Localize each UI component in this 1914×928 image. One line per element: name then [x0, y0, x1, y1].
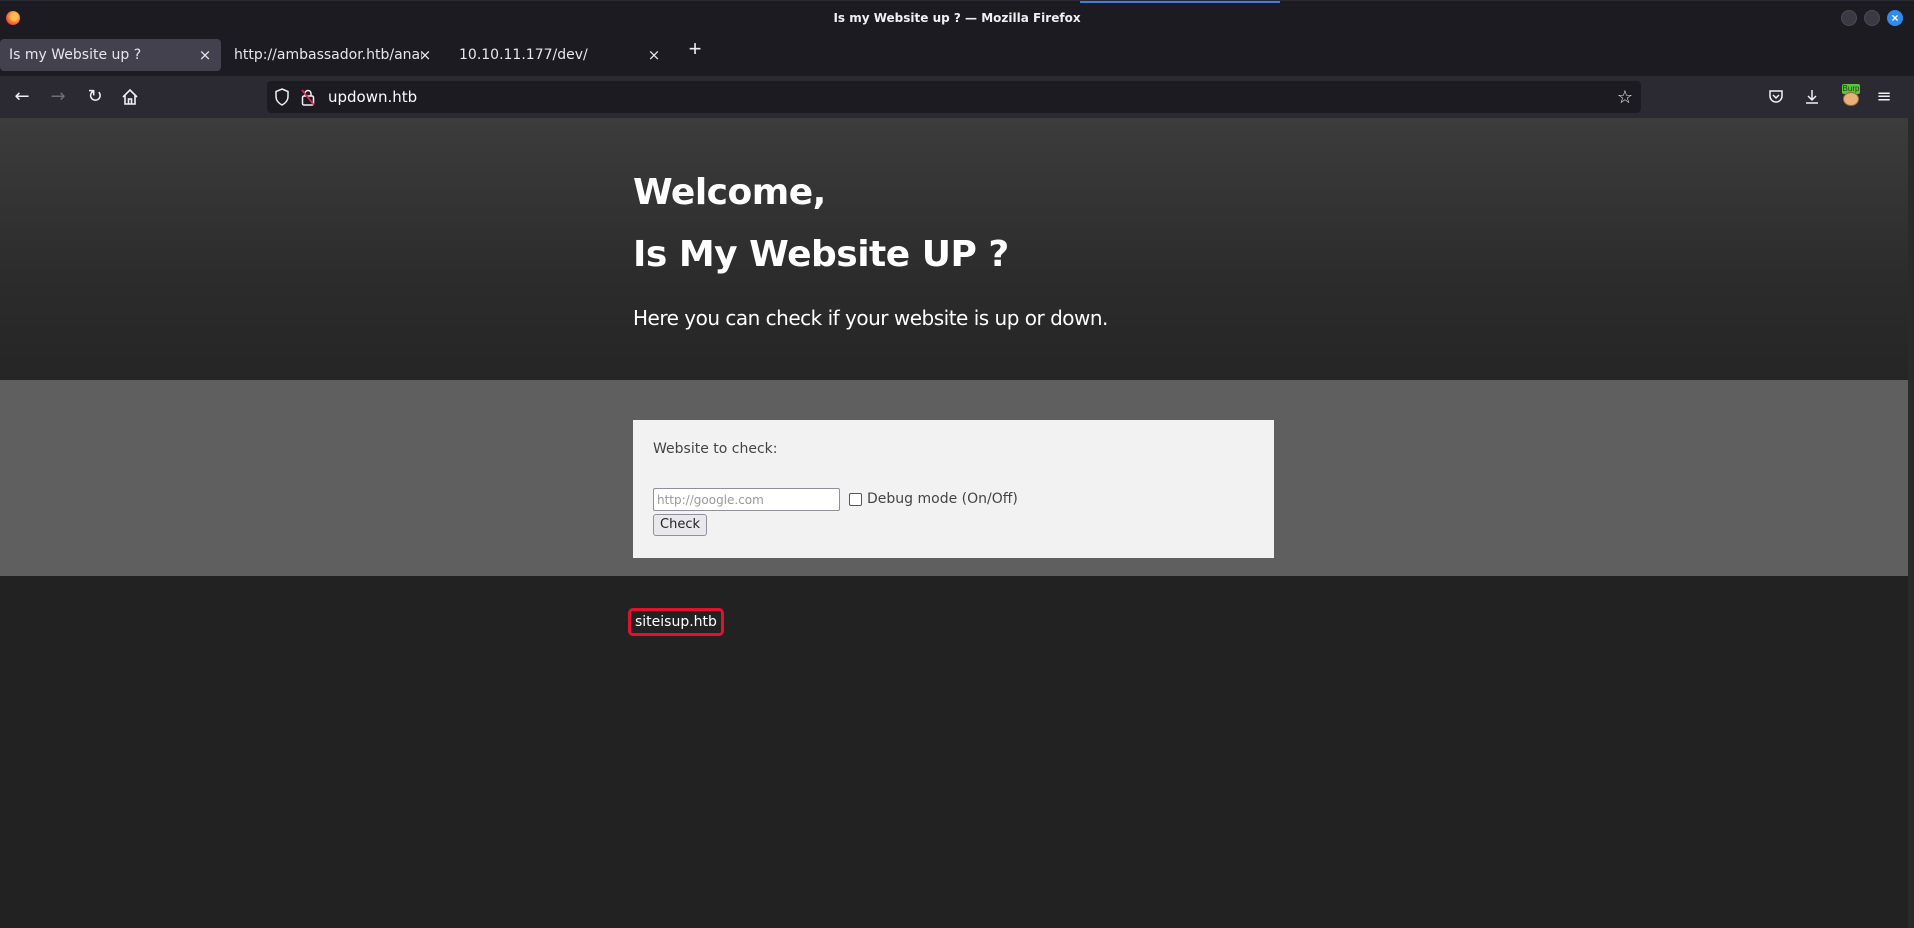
- tab-dev[interactable]: 10.10.11.177/dev/ ×: [450, 39, 670, 71]
- debug-mode-label: Debug mode (On/Off): [867, 491, 1018, 507]
- downloads-icon[interactable]: [1801, 86, 1823, 108]
- url-text[interactable]: updown.htb: [328, 88, 417, 106]
- minimize-button[interactable]: [1841, 10, 1857, 26]
- forward-arrow-icon[interactable]: →: [47, 86, 69, 108]
- page-title: Is My Website UP ?: [633, 234, 1009, 275]
- tab-label: Is my Website up ?: [9, 47, 142, 63]
- tab-label: http://ambassador.htb/anank: [234, 47, 422, 63]
- close-icon[interactable]: ×: [417, 39, 433, 71]
- tab-label: 10.10.11.177/dev/: [459, 47, 588, 63]
- hamburger-menu-icon[interactable]: ≡: [1873, 86, 1895, 108]
- new-tab-button[interactable]: +: [684, 38, 706, 61]
- maximize-button[interactable]: [1864, 10, 1880, 26]
- tab-bar: Is my Website up ? × http://ambassador.h…: [0, 34, 1914, 76]
- lock-insecure-icon[interactable]: [301, 88, 315, 111]
- reload-icon[interactable]: ↻: [84, 86, 106, 108]
- pocket-icon[interactable]: [1765, 86, 1787, 108]
- page-viewport: Welcome, Is My Website UP ? Here you can…: [0, 118, 1914, 928]
- tracking-shield-icon[interactable]: [274, 88, 290, 111]
- tab-ambassador[interactable]: http://ambassador.htb/anank ×: [225, 39, 441, 71]
- window-title: Is my Website up ? — Mozilla Firefox: [833, 11, 1081, 25]
- hero-section: Welcome, Is My Website UP ? Here you can…: [0, 118, 1908, 380]
- site-domain-footer: siteisup.htb: [628, 608, 724, 636]
- website-check-form: Website to check: Debug mode (On/Off) Ch…: [633, 420, 1274, 558]
- check-button[interactable]: Check: [653, 514, 707, 536]
- burp-avatar-icon: [1843, 92, 1859, 106]
- bookmark-star-icon[interactable]: ☆: [1617, 87, 1633, 107]
- page-subtitle: Here you can check if your website is up…: [633, 306, 1108, 330]
- window-titlebar: Is my Website up ? — Mozilla Firefox ×: [0, 0, 1914, 34]
- back-arrow-icon[interactable]: ←: [11, 86, 33, 108]
- page-scrollbar[interactable]: [1908, 118, 1914, 928]
- welcome-heading: Welcome,: [633, 172, 826, 213]
- tab-is-my-website-up[interactable]: Is my Website up ? ×: [0, 39, 221, 71]
- close-window-button[interactable]: ×: [1887, 10, 1903, 26]
- home-icon[interactable]: [119, 86, 141, 108]
- form-section: Website to check: Debug mode (On/Off) Ch…: [0, 380, 1908, 576]
- website-field-label: Website to check:: [653, 441, 778, 457]
- url-bar[interactable]: updown.htb ☆: [267, 81, 1641, 113]
- close-icon[interactable]: ×: [646, 39, 662, 71]
- burp-extension-icon[interactable]: Burp: [1840, 84, 1862, 108]
- titlebar-accent-line: [1080, 1, 1280, 3]
- navigation-toolbar: ← → ↻ updown.htb ☆ Burp ≡: [0, 76, 1914, 118]
- website-url-input[interactable]: [653, 488, 840, 511]
- close-icon[interactable]: ×: [197, 39, 213, 71]
- debug-mode-checkbox[interactable]: [849, 493, 862, 506]
